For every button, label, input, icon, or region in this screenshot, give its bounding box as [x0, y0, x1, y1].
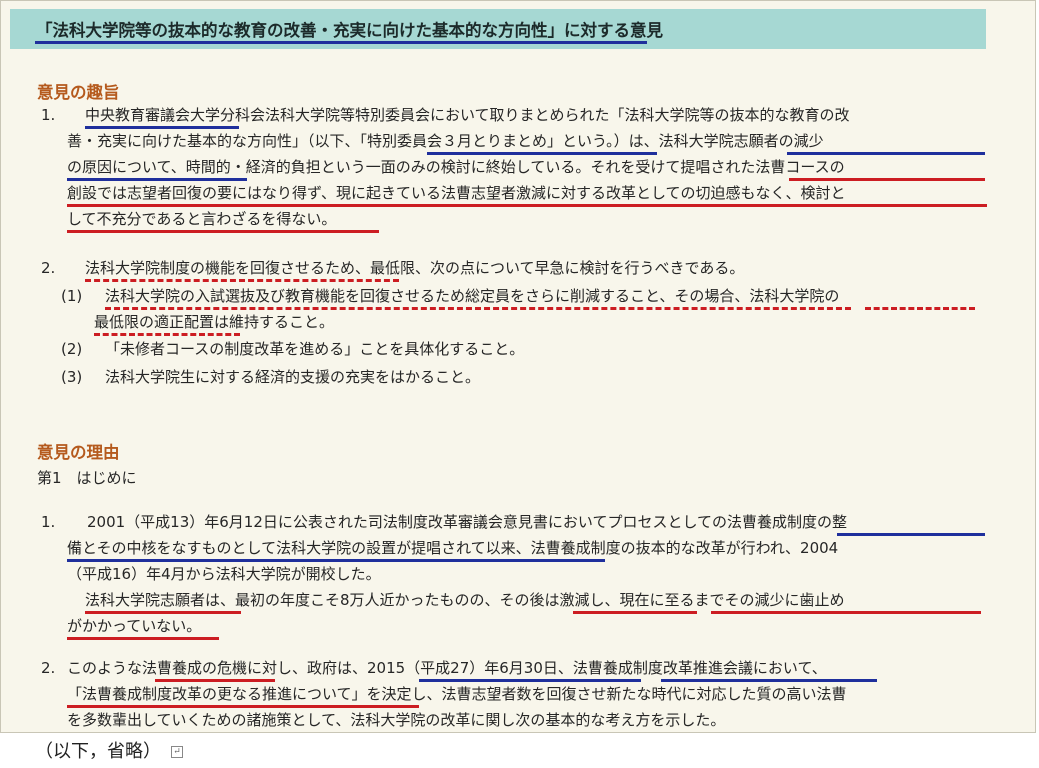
- summary-item2-line: 法科大学院制度の機能を回復させるため、最低限、次の点について早急に検討を行うべき…: [85, 259, 745, 277]
- summary-item1-line5: して不充分であると言わざるを得ない。: [67, 210, 337, 228]
- underline: [427, 152, 657, 155]
- underline: [67, 230, 379, 233]
- summary-item1-line4: 創設では志望者回復の要にはなり得ず、現に起きている法曹志望者激減に対する改革とし…: [67, 184, 846, 202]
- reasons-item1-line2: 備とその中核をなすものとして法科大学院の設置が提唱されて以来、法曹養成制度の抜本…: [67, 539, 839, 557]
- underline: [105, 307, 851, 310]
- reasons-item2-line2: 「法曹養成制度改革の更なる推進について」を決定し、法曹志望者数を回復させ新たな時…: [67, 685, 847, 703]
- underline: [383, 204, 987, 207]
- subitem3-number: (3): [61, 368, 83, 386]
- underline: [661, 679, 877, 682]
- subitem2-number: (2): [61, 340, 83, 358]
- underline: [789, 178, 985, 181]
- reasons-item1-line1: 2001（平成13）年6月12日に公表された司法制度改革審議会意見書においてプロ…: [87, 513, 847, 531]
- reasons-item1-number: 1.: [41, 513, 56, 531]
- summary-item1-line2: 善・充実に向けた基本的な方向性」（以下、「特別委員会３月とりまとめ」という。）は…: [67, 132, 824, 150]
- underline: [67, 705, 419, 708]
- subitem1-line2: 最低限の適正配置は維持すること。: [94, 313, 335, 331]
- footer-text: （以下，省略）: [35, 741, 161, 762]
- underline: [85, 126, 239, 129]
- underline: [67, 178, 247, 181]
- reasons-item1-line5: がかかっていない。: [67, 617, 202, 635]
- document-panel: 「法科大学院等の抜本的な教育の改善・充実に向けた基本的な方向性」に対する意見 意…: [0, 0, 1036, 733]
- underline: [67, 204, 385, 207]
- reasons-item2-line1: このような法曹養成の危機に対し、政府は、2015（平成27）年6月30日、法曹養…: [67, 659, 827, 677]
- return-mark-icon: ↵: [171, 746, 183, 758]
- subitem1-line1: 法科大学院の入試選抜及び教育機能を回復させるため総定員をさらに削減すること、その…: [105, 287, 840, 305]
- summary-item1-line1: 中央教育審議会大学分科会法科大学院等特別委員会において取りまとめられた「法科大学…: [85, 106, 850, 124]
- underline: [85, 279, 399, 282]
- subitem3-line: 法科大学院生に対する経済的支援の充実をはかること。: [105, 368, 481, 386]
- reasons-item1-line3: （平成16）年4月から法科大学院が開校した。: [67, 565, 381, 583]
- summary-item1-number: 1.: [41, 106, 56, 124]
- underline: [837, 533, 985, 536]
- footer-note: （以下，省略） ↵: [35, 737, 183, 763]
- summary-item1-line3: の原因について、時間的・経済的負担という一面のみの検討に終始している。それを受け…: [67, 158, 845, 176]
- underline: [67, 559, 605, 562]
- summary-heading: 意見の趣旨: [37, 83, 120, 102]
- underline: [94, 333, 240, 336]
- reasons-subheading: 第1 はじめに: [37, 469, 137, 487]
- summary-item2-number: 2.: [41, 259, 56, 277]
- underline: [155, 679, 275, 682]
- subitem1-number: (1): [61, 287, 83, 305]
- title-underline: [35, 41, 647, 44]
- reasons-item2-number: 2.: [41, 659, 56, 677]
- subitem2-line: 「未修者コースの制度改革を進める」ことを具体化すること。: [105, 340, 525, 358]
- underline: [67, 637, 219, 640]
- reasons-heading: 意見の理由: [37, 443, 120, 462]
- underline: [787, 152, 985, 155]
- underline: [711, 611, 981, 614]
- reasons-item1-line4: 法科大学院志願者は、最初の年度こそ8万人近かったものの、その後は激減し、現在に至…: [85, 591, 845, 609]
- underline: [419, 679, 641, 682]
- underline: [85, 611, 241, 614]
- underline: [573, 611, 697, 614]
- underline: [865, 307, 975, 310]
- reasons-item2-line3: を多数輩出していくための諸施策として、法科大学院の改革に関し次の基本的な考え方を…: [67, 711, 726, 729]
